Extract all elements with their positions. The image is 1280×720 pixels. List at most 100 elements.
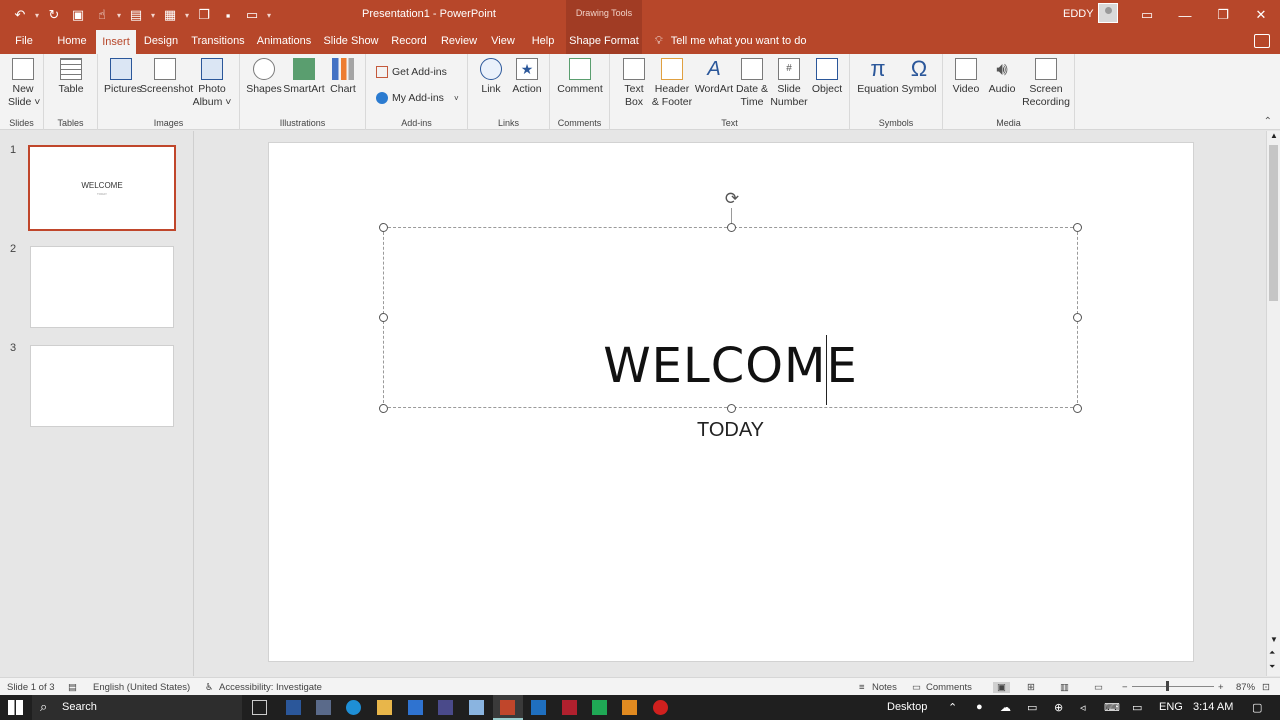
slide-title-text[interactable]: WELCOME <box>383 338 1078 394</box>
tell-me-search[interactable]: 💡︎ Tell me what you want to do <box>655 35 806 48</box>
zoom-slider-thumb[interactable] <box>1166 681 1169 691</box>
cloud-icon[interactable]: ☁ <box>1000 701 1011 714</box>
layout-dropdown-icon[interactable]: ▾ <box>148 4 158 26</box>
layout-icon[interactable]: ▤ <box>124 4 148 26</box>
scroll-thumb[interactable] <box>1269 145 1278 301</box>
windows-start-icon[interactable] <box>8 700 23 715</box>
task-view-icon[interactable] <box>252 700 267 715</box>
app-icon[interactable] <box>316 700 331 715</box>
action-button[interactable]: ★ Action <box>510 58 544 96</box>
notification-icon[interactable]: ▢ <box>1252 701 1262 714</box>
resize-handle[interactable] <box>727 404 736 413</box>
tab-shape-format[interactable]: Shape Format <box>566 30 642 54</box>
tab-file[interactable]: File <box>6 30 42 54</box>
format-dropdown-icon[interactable]: ▾ <box>182 4 192 26</box>
keyboard-icon[interactable]: ⌨ <box>1104 701 1120 714</box>
slide-thumbnail[interactable] <box>30 246 174 328</box>
audio-button[interactable]: 🔊︎ Audio <box>987 58 1017 96</box>
slide-sorter-icon[interactable]: ⊞ <box>1027 682 1035 693</box>
mail-icon[interactable] <box>408 700 423 715</box>
spellcheck-icon[interactable]: ▤ <box>68 682 77 693</box>
chart-button[interactable]: Chart <box>328 58 358 96</box>
language-indicator[interactable]: ENG <box>1159 701 1183 713</box>
header-footer-button[interactable]: Header & Footer <box>650 58 694 109</box>
resize-handle[interactable] <box>379 313 388 322</box>
video-button[interactable]: Video <box>951 58 981 96</box>
microphone-icon[interactable]: ● <box>976 701 983 713</box>
resize-handle[interactable] <box>727 223 736 232</box>
smartart-button[interactable]: SmartArt <box>282 58 326 96</box>
display-icon[interactable]: ▭ <box>1132 701 1142 714</box>
object-button[interactable]: Object <box>810 58 844 96</box>
resize-handle[interactable] <box>1073 313 1082 322</box>
get-addins-button[interactable]: Get Add-ins <box>376 66 447 78</box>
vertical-scrollbar[interactable]: ▲ ▼ ⏶ ⏷ <box>1266 131 1280 676</box>
slideshow-view-icon[interactable]: ▭ <box>1094 682 1103 693</box>
chevron-up-icon[interactable]: ⌃ <box>948 701 957 714</box>
user-name[interactable]: EDDY <box>1063 8 1094 20</box>
pictures-button[interactable]: Pictures <box>104 58 142 96</box>
edge-icon[interactable] <box>346 700 361 715</box>
minimize-icon[interactable]: — <box>1166 0 1204 30</box>
tab-record[interactable]: Record <box>388 30 430 54</box>
vlc-icon[interactable] <box>622 700 637 715</box>
redo-icon[interactable]: ↻ <box>42 4 66 26</box>
customize-qat-icon[interactable]: ▾ <box>264 4 274 26</box>
save-icon[interactable]: ▪ <box>216 4 240 26</box>
slide-thumbnail[interactable] <box>30 345 174 427</box>
normal-view-icon[interactable]: ▣ <box>993 682 1010 693</box>
scroll-up-icon[interactable]: ▲ <box>1270 131 1278 140</box>
taskbar-search-box[interactable]: ⌕ Search <box>32 695 242 720</box>
zoom-slider[interactable] <box>1132 686 1214 687</box>
text-box-button[interactable]: Text Box <box>620 58 648 109</box>
clock[interactable]: 3:14 AM <box>1193 701 1233 713</box>
app-icon[interactable] <box>438 700 453 715</box>
close-icon[interactable]: ✕ <box>1242 0 1280 30</box>
resize-handle[interactable] <box>379 223 388 232</box>
table-button[interactable]: Table <box>54 58 88 96</box>
acrobat-icon[interactable] <box>562 700 577 715</box>
collapse-ribbon-icon[interactable]: ⌃ <box>1264 116 1272 127</box>
restore-icon[interactable]: ❐ <box>1204 0 1242 30</box>
previous-slide-icon[interactable]: ⏶ <box>1269 648 1275 658</box>
opera-icon[interactable] <box>653 700 668 715</box>
symbol-button[interactable]: Ω Symbol <box>900 58 938 96</box>
resize-handle[interactable] <box>379 404 388 413</box>
zoom-out-icon[interactable]: − <box>1122 682 1128 693</box>
wordart-button[interactable]: A WordArt <box>694 58 734 96</box>
resize-handle[interactable] <box>1073 404 1082 413</box>
word-icon[interactable] <box>286 700 301 715</box>
tab-help[interactable]: Help <box>526 30 560 54</box>
comments-icon[interactable] <box>1254 34 1270 48</box>
shapes-button[interactable]: Shapes <box>246 58 282 96</box>
equation-button[interactable]: π Equation <box>856 58 900 96</box>
touch-mode-icon[interactable]: ☝ <box>90 4 114 26</box>
undo-dropdown-icon[interactable]: ▾ <box>32 4 42 26</box>
app-icon[interactable] <box>531 700 546 715</box>
comment-button[interactable]: Comment <box>556 58 604 96</box>
comments-button[interactable]: Comments <box>926 682 972 693</box>
tab-review[interactable]: Review <box>436 30 482 54</box>
tab-home[interactable]: Home <box>52 30 92 54</box>
screen-recording-button[interactable]: Screen Recording <box>1021 58 1071 109</box>
tab-transitions[interactable]: Transitions <box>188 30 248 54</box>
fit-to-window-icon[interactable]: ⊡ <box>1262 682 1270 693</box>
reading-view-icon[interactable]: ▥ <box>1060 682 1069 693</box>
zoom-level[interactable]: 87% <box>1236 682 1255 693</box>
resize-handle[interactable] <box>1073 223 1082 232</box>
link-button[interactable]: Link <box>476 58 506 96</box>
notes-button[interactable]: Notes <box>872 682 897 693</box>
rotate-handle-icon[interactable]: ⟳ <box>722 189 742 209</box>
date-time-button[interactable]: Date & Time <box>734 58 770 109</box>
app-icon[interactable] <box>469 700 484 715</box>
avatar[interactable] <box>1098 3 1118 23</box>
battery-icon[interactable]: ▭ <box>1027 701 1037 714</box>
next-slide-icon[interactable]: ⏷ <box>1269 662 1275 672</box>
slide-thumbnail[interactable]: WELCOME TODAY <box>28 145 176 231</box>
file-explorer-icon[interactable] <box>377 700 392 715</box>
tab-view[interactable]: View <box>486 30 520 54</box>
open-icon[interactable]: ▭ <box>240 4 264 26</box>
tab-insert[interactable]: Insert <box>96 30 136 54</box>
accessibility-status[interactable]: Accessibility: Investigate <box>219 682 322 693</box>
language-status[interactable]: English (United States) <box>93 682 190 693</box>
